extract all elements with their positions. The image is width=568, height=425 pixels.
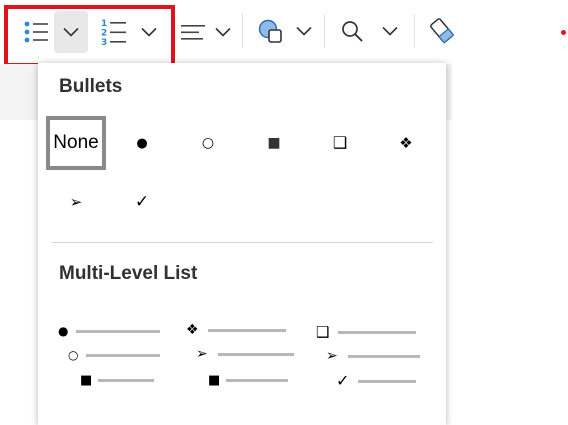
- diamond-icon: ❖: [399, 133, 413, 152]
- filled-square-icon: ■: [208, 373, 221, 388]
- bullet-option-none[interactable]: None: [46, 116, 106, 170]
- text-line: [348, 354, 420, 358]
- document-background: [446, 64, 452, 120]
- toolbar-separator: [414, 14, 415, 48]
- shadowed-square-icon: ❑: [316, 323, 330, 341]
- multilevel-section-title: Multi-Level List: [59, 263, 198, 284]
- highlight-annotation: [4, 5, 175, 67]
- arrowhead-icon: ➢: [69, 192, 83, 211]
- bullet-option-arrowhead[interactable]: ➢: [46, 175, 106, 229]
- toolbar-separator: [324, 14, 325, 48]
- list-level-2: ○: [68, 349, 160, 361]
- filled-square-icon: ■: [80, 373, 93, 388]
- text-line: [358, 379, 416, 383]
- styles-button[interactable]: [428, 14, 458, 50]
- section-divider: [52, 242, 433, 243]
- eraser-icon: [430, 18, 455, 44]
- bullets-section-title: Bullets: [59, 76, 123, 97]
- list-level-3: ■: [208, 374, 288, 387]
- bullet-option-checkmark[interactable]: ✓: [112, 175, 172, 229]
- hollow-circle-icon: ○: [201, 135, 215, 151]
- list-level-2: ➢: [326, 349, 420, 363]
- bullets-dropdown-panel: Bullets None ● ○ ■ ❑ ❖ ➢ ✓ Multi-Level L…: [38, 63, 446, 425]
- align-button[interactable]: [178, 18, 234, 46]
- list-level-3: ■: [80, 374, 154, 387]
- text-line: [208, 328, 286, 332]
- shapes-icon: [258, 19, 312, 43]
- list-level-1: ●: [58, 325, 160, 337]
- hollow-circle-icon: ○: [68, 348, 79, 362]
- bullet-option-filled-circle[interactable]: ●: [112, 116, 172, 170]
- text-line: [218, 352, 294, 356]
- diamond-icon: ❖: [186, 322, 199, 338]
- list-level-3: ✓: [336, 373, 416, 389]
- text-line: [76, 329, 160, 333]
- text-line: [86, 353, 160, 357]
- arrowhead-icon: ➢: [326, 348, 338, 364]
- document-background: [0, 64, 38, 120]
- text-line: [98, 379, 154, 382]
- multilevel-option-2[interactable]: ❖ ➢ ■: [182, 321, 294, 391]
- checkmark-icon: ✓: [336, 371, 350, 390]
- bullet-option-shadowed-square[interactable]: ❑: [310, 116, 370, 170]
- checkmark-icon: ✓: [134, 191, 150, 212]
- toolbar-separator: [242, 14, 243, 48]
- list-level-1: ❑: [316, 325, 416, 340]
- filled-square-icon: ■: [267, 135, 281, 151]
- align-left-icon: [181, 25, 231, 40]
- bullet-option-diamond[interactable]: ❖: [376, 116, 436, 170]
- text-line: [226, 379, 288, 382]
- search-icon: [342, 21, 398, 42]
- multilevel-option-3[interactable]: ❑ ➢ ✓: [314, 321, 424, 391]
- bullet-option-filled-square[interactable]: ■: [244, 116, 304, 170]
- multilevel-option-1[interactable]: ● ○ ■: [52, 321, 162, 391]
- filled-circle-icon: ●: [58, 324, 69, 338]
- notification-dot: [561, 30, 566, 35]
- shadowed-square-icon: ❑: [332, 133, 348, 152]
- filled-circle-icon: ●: [136, 135, 148, 151]
- list-level-1: ❖: [186, 323, 286, 337]
- text-line: [338, 331, 416, 334]
- shapes-button[interactable]: [256, 14, 318, 50]
- list-level-2: ➢: [196, 347, 294, 361]
- arrowhead-icon: ➢: [196, 346, 208, 362]
- find-button[interactable]: [336, 14, 402, 50]
- ribbon-toolbar: 1 2 3: [0, 0, 568, 67]
- bullet-option-hollow-circle[interactable]: ○: [178, 116, 238, 170]
- bullet-none-label: None: [53, 132, 99, 153]
